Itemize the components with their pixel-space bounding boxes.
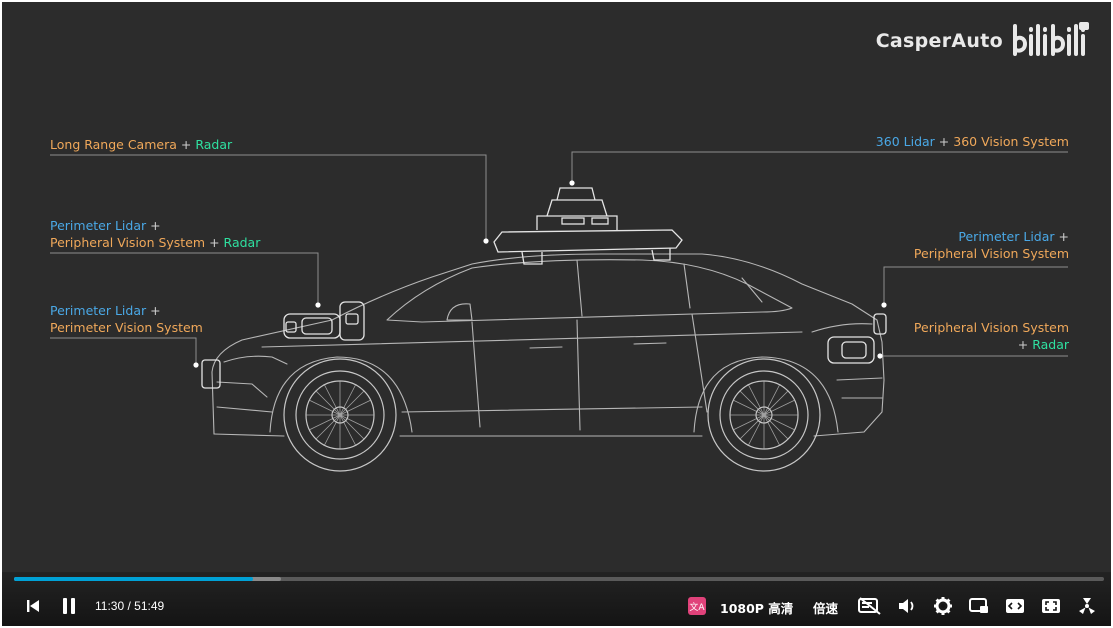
web-fullscreen-icon [1042,599,1060,613]
label-perimeter-lidar-pvs-radar: Perimeter Lidar + Peripheral Vision Syst… [50,218,261,250]
vehicle-sensor-diagram [50,151,1068,472]
label-right-peripheral-radar: Peripheral Vision System + Radar [913,320,1069,352]
video-player[interactable]: CasperAuto Long Range Camera + Radar Per… [2,2,1111,626]
quality-button[interactable]: 1080P 高清 [720,598,793,617]
label-right-perimeter-lidar-pvs: Perimeter Lidar + Peripheral Vision Syst… [913,229,1069,261]
danmaku-off-icon [858,597,881,615]
label-long-range-camera: Long Range Camera [50,137,177,152]
volume-icon [899,599,914,613]
subtitle-icon: 文A [688,597,706,615]
player-control-bar: 11:30 / 51:49 文A 1080P 高清 倍速 [2,572,1111,626]
pip-icon [969,598,988,613]
video-frame[interactable]: CasperAuto Long Range Camera + Radar Per… [2,2,1111,572]
progress-bar[interactable] [14,577,1104,581]
prev-button[interactable] [22,592,44,620]
settings-button[interactable] [931,592,955,620]
label-radar: Radar [195,137,233,152]
fullscreen-icon [1079,598,1095,614]
speed-button[interactable]: 倍速 [813,598,838,617]
label-360-lidar-vision: 360 Lidar + 360 Vision System [875,134,1069,149]
subtitle-button[interactable]: 文A [687,592,707,620]
prev-icon [27,600,39,612]
pip-button[interactable] [967,592,991,620]
fullscreen-button[interactable] [1075,592,1099,620]
danmaku-toggle-button[interactable] [857,592,883,620]
svg-text:文A: 文A [689,601,705,613]
progress-played [14,577,253,581]
time-display: 11:30 / 51:49 [95,599,165,613]
settings-icon [934,597,952,615]
volume-button[interactable] [895,592,919,620]
web-fullscreen-button[interactable] [1039,592,1063,620]
label-perimeter-lidar-perimeter-vision: Perimeter Lidar + Perimeter Vision Syste… [50,303,203,335]
time-total: 51:49 [134,599,165,613]
label-long-range-camera-radar: Long Range Camera + Radar [50,137,233,152]
widescreen-icon [1006,599,1024,613]
pause-button[interactable] [57,592,81,620]
widescreen-button[interactable] [1003,592,1027,620]
time-current: 11:30 [95,599,125,613]
pause-icon [63,598,75,614]
